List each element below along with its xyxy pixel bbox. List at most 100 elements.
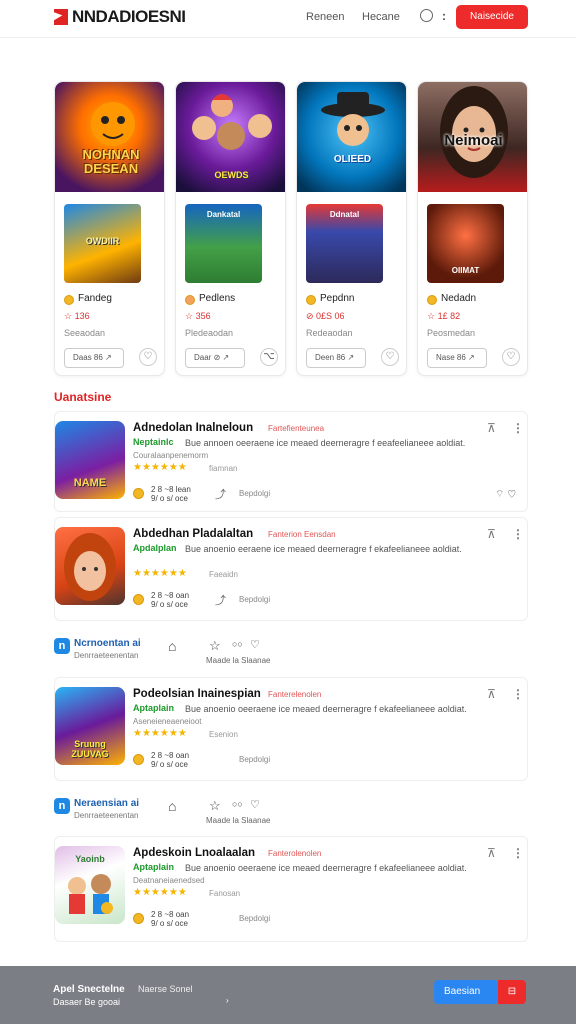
card-name: Fandeg bbox=[78, 293, 112, 304]
list-item[interactable]: Sruung ZUUVAG Podeolsian Inainespian Fan… bbox=[54, 677, 528, 781]
item-tag: Fanterelenolen bbox=[268, 690, 322, 699]
item-title[interactable]: Abdedhan Pladalaltan bbox=[133, 528, 253, 540]
promo-strip[interactable]: n Neraensian ai Denrraeteenentan ⌂ ☆ ○○ … bbox=[54, 796, 528, 836]
item-title[interactable]: Apdeskoin Lnoalaalan bbox=[133, 847, 255, 859]
circle-icon[interactable]: ○○ bbox=[232, 639, 243, 649]
list-item[interactable]: Abdedhan Pladalaltan Fanterion Eensdan A… bbox=[54, 517, 528, 621]
card-hero-title: OLIEED bbox=[333, 154, 372, 165]
circle-icon[interactable]: ○○ bbox=[232, 799, 243, 809]
arrow-icon[interactable]: ⤴ bbox=[215, 592, 226, 608]
thumb-title: Ddnatal bbox=[329, 210, 360, 219]
share-icon[interactable]: ⌔ ♡ bbox=[495, 488, 517, 501]
heart-icon[interactable]: ♡ bbox=[139, 348, 157, 366]
kebab-menu-icon[interactable]: ⋮ bbox=[512, 527, 524, 541]
home-icon[interactable]: ⌂ bbox=[168, 638, 176, 654]
pin-icon[interactable]: ⊼ bbox=[487, 527, 496, 541]
card-action-pill[interactable]: Daar ⊘ ↗ bbox=[185, 348, 245, 368]
star-rating: ★★★★★★ bbox=[133, 462, 187, 473]
footer-menu-button[interactable]: ⊟ bbox=[498, 980, 526, 1004]
footer-link[interactable]: Naerse Sonel bbox=[138, 984, 193, 994]
game-icon[interactable]: NAME bbox=[55, 421, 125, 499]
card-subtitle: Redeaodan bbox=[306, 328, 353, 338]
coin-icon bbox=[306, 295, 316, 305]
card-subtitle: Peosmedan bbox=[427, 328, 476, 338]
thumb-title: OWDIIR bbox=[85, 236, 120, 246]
item-title[interactable]: Podeolsian Inainespian bbox=[133, 688, 261, 700]
share-icon[interactable]: ⌥ bbox=[260, 348, 278, 366]
card-hero-image[interactable]: NOHNAN DESEAN bbox=[55, 82, 164, 192]
chevron-right-icon[interactable]: › bbox=[226, 996, 229, 1005]
item-location: Bepdolgi bbox=[239, 489, 271, 498]
kebab-menu-icon[interactable]: ⋮ bbox=[512, 421, 524, 435]
game-card[interactable]: OEWDS Dankatal Pedlens ☆ 356 Pledeaodan … bbox=[175, 81, 286, 376]
card-name: Pepdnn bbox=[320, 293, 355, 304]
footer-primary-button[interactable]: Baesian bbox=[434, 980, 498, 1004]
game-icon-text: Sruung ZUUVAG bbox=[71, 739, 109, 759]
logo-text[interactable]: NNDADIOESNI bbox=[72, 7, 186, 27]
card-action-pill[interactable]: Deen 86 ↗ bbox=[306, 348, 366, 368]
nav-link-2[interactable]: Hecane bbox=[362, 11, 400, 23]
nav-link-1[interactable]: Reneen bbox=[306, 11, 345, 23]
footer-title: Apel Snectelne bbox=[53, 984, 125, 995]
list-item[interactable]: NAME Adnedolan Inalneloun Fartefienteune… bbox=[54, 411, 528, 512]
coin-icon bbox=[64, 295, 74, 305]
card-thumbnail[interactable]: Dankatal bbox=[185, 204, 262, 283]
star-rating: ★★★★★★ bbox=[133, 887, 187, 898]
coin-icon bbox=[133, 594, 144, 605]
strip-subtitle: Denrraeteenentan bbox=[74, 651, 139, 660]
kebab-menu-icon[interactable]: ⋮ bbox=[512, 687, 524, 701]
app-icon[interactable]: n bbox=[54, 638, 70, 654]
app-icon[interactable]: n bbox=[54, 798, 70, 814]
card-hero-image[interactable]: OEWDS bbox=[176, 82, 285, 192]
card-action-pill[interactable]: Daas 86 ↗ bbox=[64, 348, 124, 368]
heart-icon[interactable]: ♡ bbox=[502, 348, 520, 366]
card-thumbnail[interactable]: OIIMAT bbox=[427, 204, 504, 283]
more-icon[interactable]: : bbox=[442, 9, 446, 23]
item-meta: Aseneieneaeneioot bbox=[133, 717, 202, 726]
strip-title[interactable]: Neraensian ai bbox=[74, 798, 139, 809]
review-count: Fanosan bbox=[209, 889, 241, 898]
pin-icon[interactable]: ⊼ bbox=[487, 421, 496, 435]
portrait-icon bbox=[64, 533, 116, 601]
card-thumbnail[interactable]: OWDIIR bbox=[64, 204, 141, 283]
heart-icon[interactable]: ♡ bbox=[381, 348, 399, 366]
star-icon[interactable]: ☆ bbox=[209, 638, 221, 654]
item-label: Neptainlc bbox=[133, 437, 174, 447]
card-hero-image[interactable]: OLIEED bbox=[297, 82, 406, 192]
item-tag: Fanterion Eensdan bbox=[268, 530, 336, 539]
game-icon[interactable]: Sruung ZUUVAG bbox=[55, 687, 125, 765]
strip-title[interactable]: Ncrnoentan ai bbox=[74, 638, 141, 649]
cta-button[interactable]: Naisecide bbox=[456, 5, 528, 29]
item-description: Bue anoenio oeeraene ice meaed deernerag… bbox=[185, 863, 467, 873]
item-label: Aptaplain bbox=[133, 703, 175, 713]
game-card[interactable]: Neimoai OIIMAT Nedadn ☆ 1£ 82 Peosmedan … bbox=[417, 81, 528, 376]
game-icon[interactable] bbox=[55, 527, 125, 605]
list-item[interactable]: Yaoinb Apdeskoin Lnoalaalan Fanterolenol… bbox=[54, 836, 528, 942]
card-thumbnail[interactable]: Ddnatal bbox=[306, 204, 383, 283]
arrow-icon[interactable]: ⤴ bbox=[215, 486, 226, 502]
message-icon[interactable]: ♡ bbox=[250, 798, 260, 811]
coin-icon bbox=[133, 913, 144, 924]
message-icon[interactable]: ♡ bbox=[250, 638, 260, 651]
card-hero-title: NOHNAN DESEAN bbox=[82, 147, 140, 176]
card-action-pill[interactable]: Nase 86 ↗ bbox=[427, 348, 487, 368]
search-icon[interactable] bbox=[420, 9, 433, 22]
star-icon[interactable]: ☆ bbox=[209, 798, 221, 814]
game-card[interactable]: NOHNAN DESEAN OWDIIR Fandeg ☆ 136 Seeaod… bbox=[54, 81, 165, 376]
game-icon-text: Yaoinb bbox=[75, 854, 105, 864]
promo-strip[interactable]: n Ncrnoentan ai Denrraeteenentan ⌂ ☆ ○○ … bbox=[54, 636, 528, 676]
logo-icon[interactable] bbox=[54, 9, 68, 25]
game-icon[interactable]: Yaoinb bbox=[55, 846, 125, 924]
item-title[interactable]: Adnedolan Inalneloun bbox=[133, 422, 253, 434]
card-rating: ☆ 356 bbox=[185, 311, 211, 321]
item-description: Bue anoenio oeeraene ice meaed deernerag… bbox=[185, 704, 467, 714]
game-card[interactable]: OLIEED Ddnatal Pepdnn ⊘ 0£S 06 Redeaodan… bbox=[296, 81, 407, 376]
item-tag: Fartefienteunea bbox=[268, 424, 325, 433]
item-meta: Deatnaneiaenedsed bbox=[133, 876, 205, 885]
pin-icon[interactable]: ⊼ bbox=[487, 846, 496, 860]
pin-icon[interactable]: ⊼ bbox=[487, 687, 496, 701]
kebab-menu-icon[interactable]: ⋮ bbox=[512, 846, 524, 860]
download-count: 2 8 ~8 lean 9/ o s/ oce bbox=[151, 485, 191, 503]
home-icon[interactable]: ⌂ bbox=[168, 798, 176, 814]
card-hero-image[interactable]: Neimoai bbox=[418, 82, 527, 192]
